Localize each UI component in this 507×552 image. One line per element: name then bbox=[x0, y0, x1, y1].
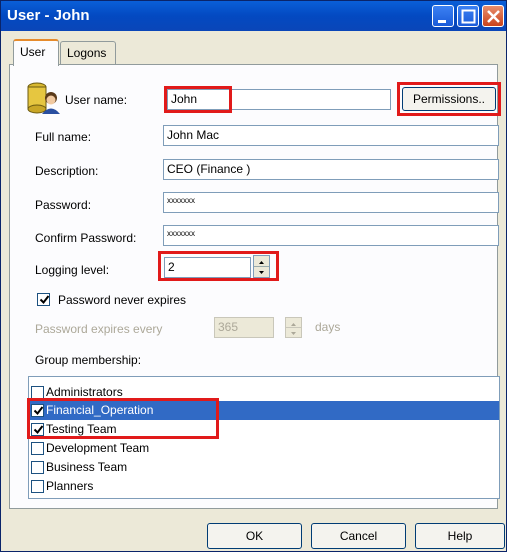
list-item[interactable]: Planners bbox=[29, 477, 499, 496]
arrow-down-icon bbox=[259, 270, 264, 274]
expires-every-spinner[interactable] bbox=[285, 317, 302, 338]
user-database-icon bbox=[27, 82, 60, 114]
user-dialog: User - John User Logons User name: John … bbox=[0, 0, 507, 552]
password-input[interactable]: xxxxxxx bbox=[163, 192, 499, 213]
description-label: Description: bbox=[35, 164, 99, 178]
group-membership-list[interactable]: Administrators Financial_Operation Testi… bbox=[28, 376, 500, 499]
window-title: User - John bbox=[7, 7, 90, 24]
spin-up-button[interactable] bbox=[254, 256, 269, 267]
expires-every-input[interactable]: 365 bbox=[214, 317, 274, 338]
minimize-button[interactable] bbox=[432, 5, 454, 27]
confirm-password-label: Confirm Password: bbox=[35, 231, 137, 245]
group-name: Administrators bbox=[46, 385, 123, 399]
username-input[interactable]: John bbox=[167, 89, 391, 110]
description-input[interactable]: CEO (Finance ) bbox=[163, 159, 499, 180]
spin-down-button[interactable] bbox=[254, 267, 269, 278]
list-item[interactable]: Testing Team bbox=[29, 420, 499, 439]
expires-spin-up-button[interactable] bbox=[286, 318, 301, 328]
fullname-input[interactable]: John Mac bbox=[163, 125, 499, 146]
checkmark-icon bbox=[39, 295, 50, 305]
arrow-up-icon bbox=[259, 261, 264, 264]
tab-user[interactable]: User bbox=[13, 39, 59, 66]
group-name: Development Team bbox=[46, 441, 150, 455]
group-checkbox[interactable] bbox=[31, 442, 44, 455]
ok-button[interactable]: OK bbox=[207, 523, 302, 549]
help-button[interactable]: Help bbox=[415, 523, 505, 549]
checkmark-icon bbox=[33, 406, 44, 416]
list-item[interactable]: Business Team bbox=[29, 458, 499, 477]
group-membership-label: Group membership: bbox=[35, 353, 142, 367]
never-expires-label: Password never expires bbox=[58, 293, 187, 307]
group-name: Planners bbox=[46, 479, 94, 493]
list-item[interactable]: Development Team bbox=[29, 439, 499, 458]
confirm-password-input[interactable]: xxxxxxx bbox=[163, 225, 499, 246]
logging-level-label: Logging level: bbox=[35, 263, 110, 277]
group-name: Financial_Operation bbox=[46, 403, 154, 417]
group-checkbox[interactable] bbox=[31, 386, 44, 399]
list-item[interactable]: Financial_Operation bbox=[29, 401, 499, 420]
password-label: Password: bbox=[35, 198, 92, 212]
maximize-icon bbox=[461, 9, 476, 24]
maximize-button[interactable] bbox=[457, 5, 479, 27]
tab-logons-label: Logons bbox=[67, 46, 107, 60]
permissions-button[interactable]: Permissions.. bbox=[402, 87, 496, 111]
expires-every-label: Password expires every bbox=[35, 322, 163, 336]
group-name: Testing Team bbox=[46, 422, 117, 436]
expires-spin-down-button[interactable] bbox=[286, 328, 301, 338]
group-checkbox[interactable] bbox=[31, 461, 44, 474]
checkmark-icon bbox=[33, 425, 44, 435]
close-button[interactable] bbox=[482, 5, 504, 27]
tab-user-label: User bbox=[20, 45, 46, 59]
fullname-label: Full name: bbox=[35, 130, 92, 144]
list-item[interactable]: Administrators bbox=[29, 383, 499, 402]
days-label: days bbox=[315, 320, 341, 334]
group-checkbox[interactable] bbox=[31, 404, 44, 417]
title-bar[interactable]: User - John bbox=[1, 1, 506, 31]
group-checkbox[interactable] bbox=[31, 480, 44, 493]
tab-logons[interactable]: Logons bbox=[60, 41, 116, 65]
username-label: User name: bbox=[65, 93, 128, 107]
cancel-button[interactable]: Cancel bbox=[311, 523, 406, 549]
logging-level-spinner[interactable] bbox=[253, 255, 270, 278]
logging-level-input[interactable]: 2 bbox=[164, 257, 251, 278]
group-name: Business Team bbox=[46, 460, 128, 474]
arrow-down-icon bbox=[291, 331, 296, 335]
never-expires-checkbox[interactable] bbox=[37, 293, 50, 306]
minimize-icon bbox=[438, 20, 446, 23]
group-checkbox[interactable] bbox=[31, 423, 44, 436]
close-icon bbox=[487, 10, 500, 23]
